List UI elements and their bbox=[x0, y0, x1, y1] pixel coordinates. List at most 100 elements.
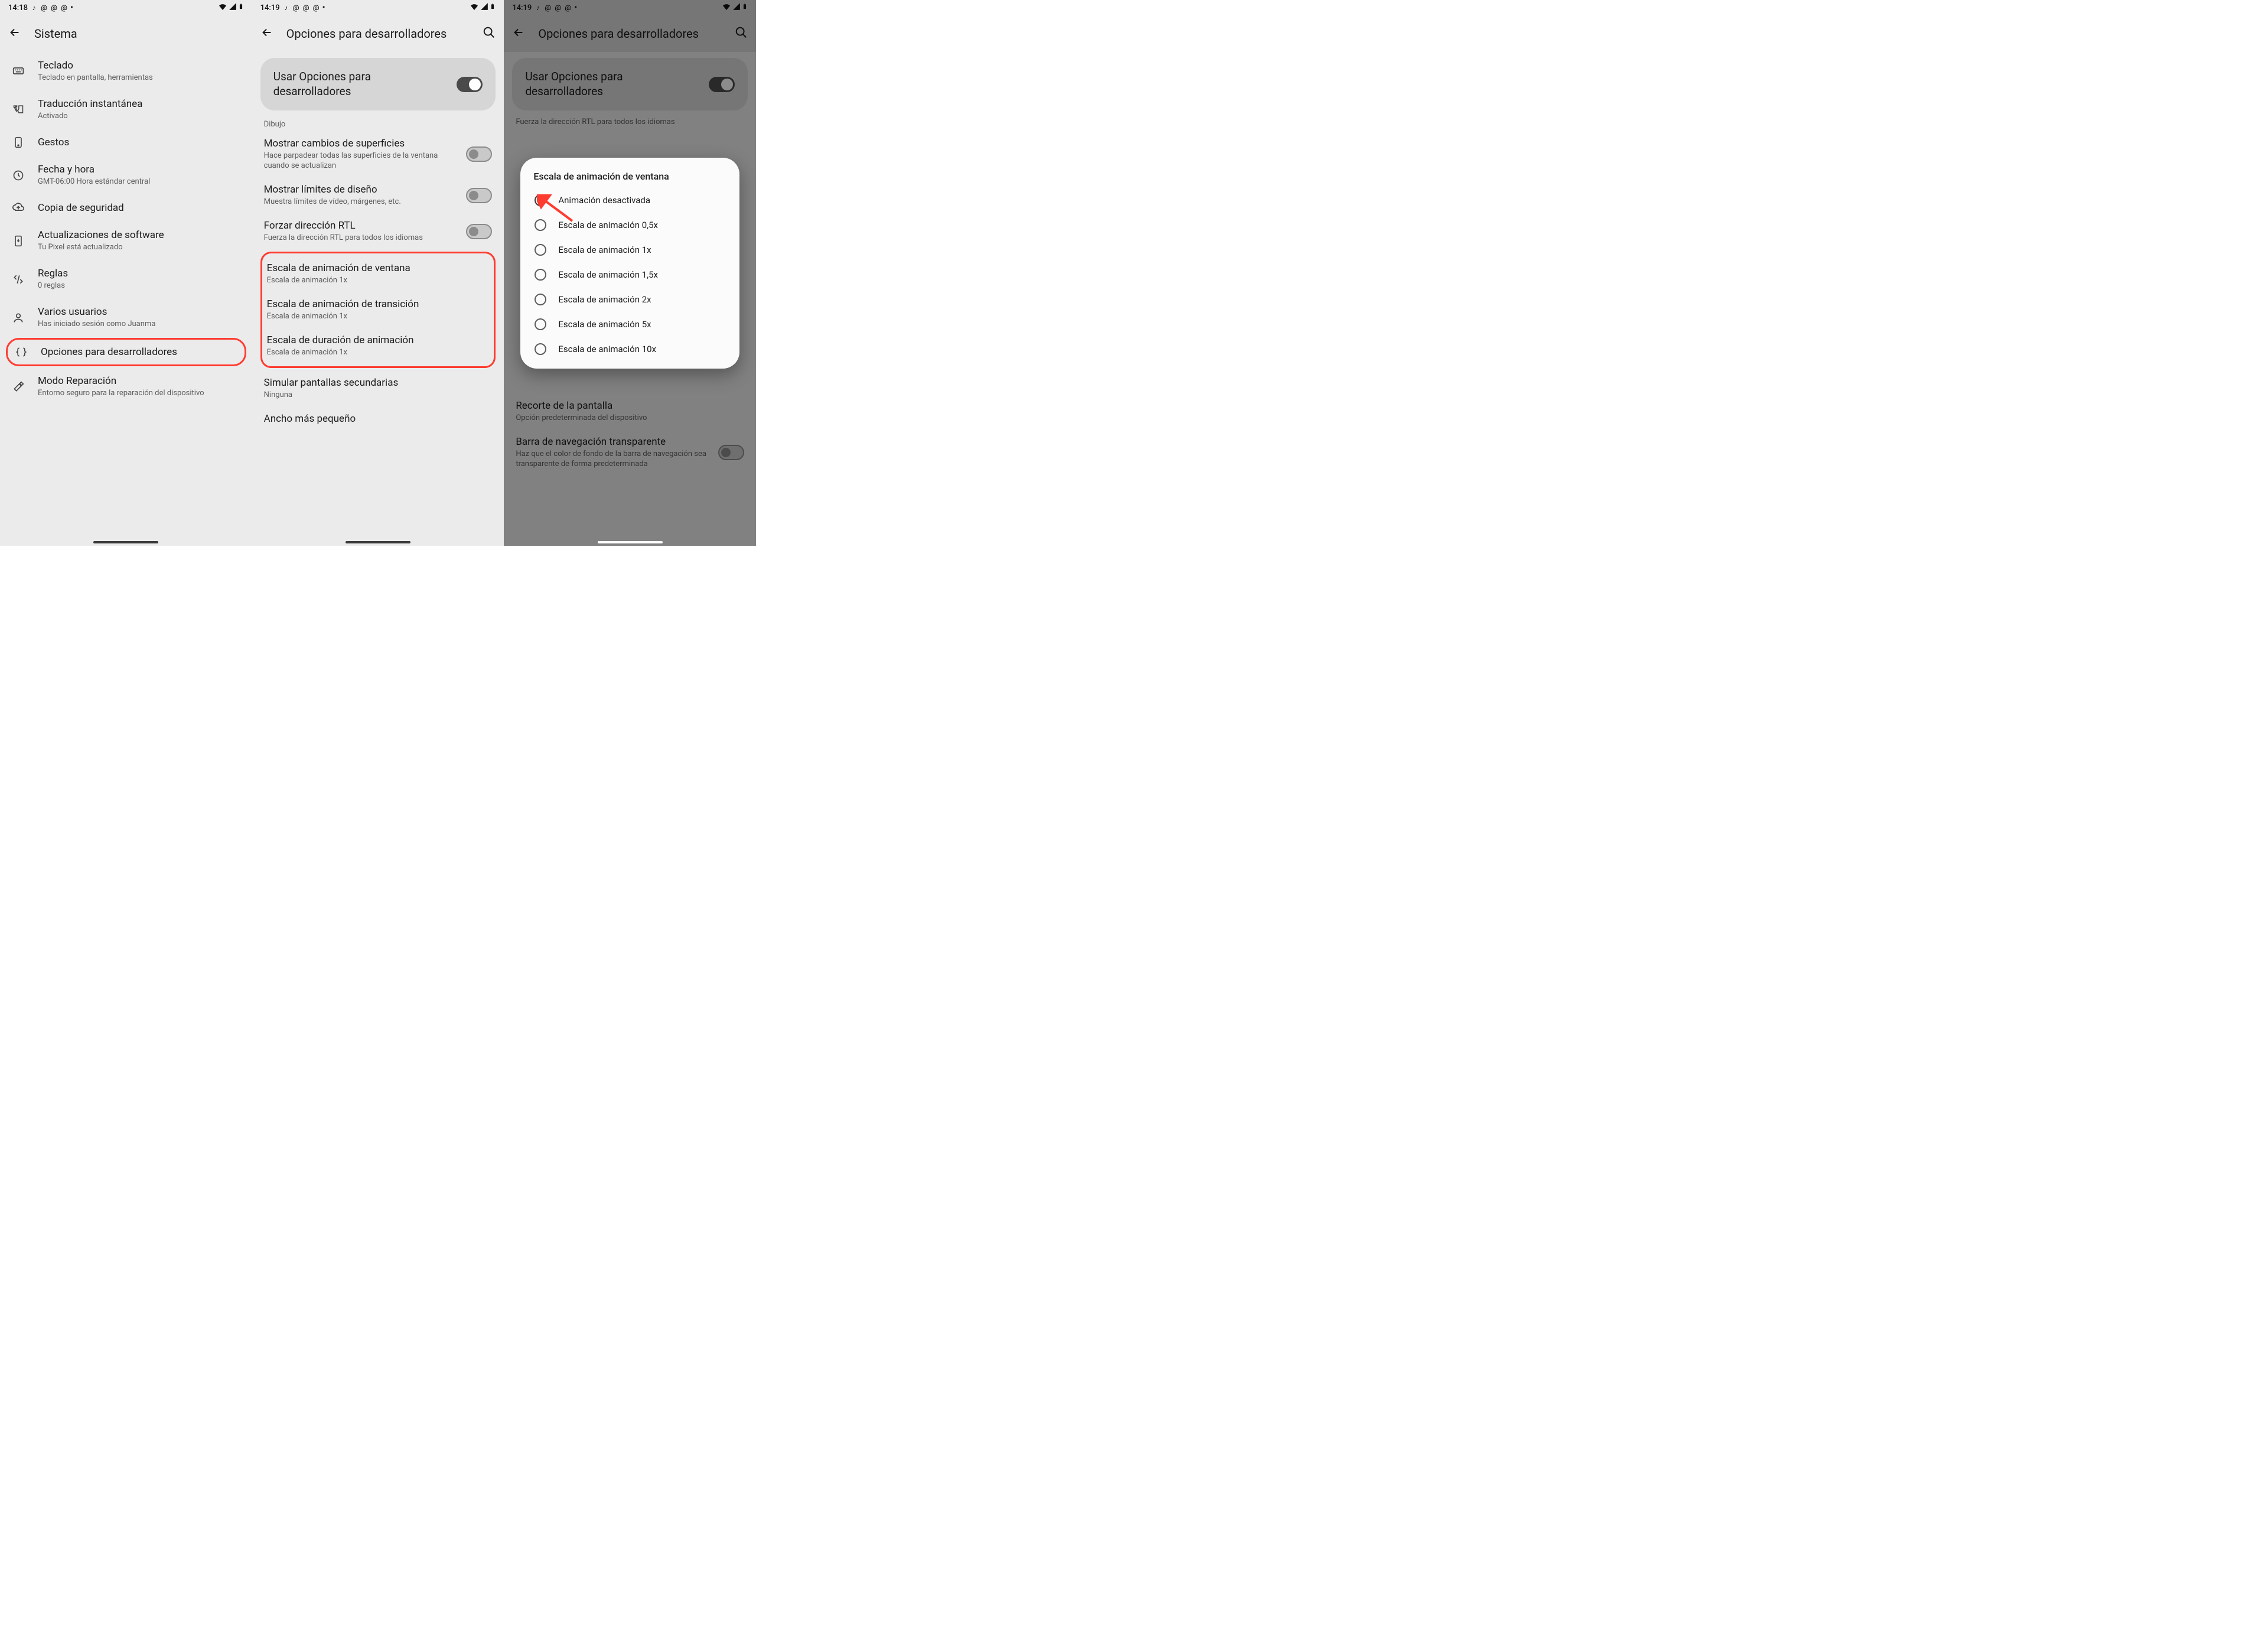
dev-options-list[interactable]: Usar Opciones para desarrolladores Dibuj… bbox=[252, 52, 504, 546]
list-item-rules[interactable]: Reglas0 reglas bbox=[0, 260, 252, 298]
radio-option-1x[interactable]: Escala de animación 1x bbox=[533, 237, 726, 262]
setting-smallest-width[interactable]: Ancho más pequeño bbox=[252, 406, 504, 431]
threads-icon: @ bbox=[50, 4, 58, 12]
more-icon: • bbox=[70, 3, 73, 12]
item-title: Gestos bbox=[38, 136, 240, 149]
screen-animation-dialog: 14:19 ♪ @ @ @ • Opciones para desarrolla… bbox=[504, 0, 756, 546]
nav-pill[interactable] bbox=[598, 541, 663, 543]
setting-layout-bounds[interactable]: Mostrar límites de diseñoMuestra límites… bbox=[252, 177, 504, 213]
wifi-icon bbox=[722, 2, 731, 14]
dialog-title: Escala de animación de ventana bbox=[533, 171, 726, 182]
threads-icon: @ bbox=[564, 4, 572, 12]
radio-icon[interactable] bbox=[535, 318, 546, 330]
setting-transparent-nav-bg[interactable]: Barra de navegación transparenteHaz que … bbox=[504, 429, 756, 476]
radio-icon[interactable] bbox=[535, 269, 546, 281]
radio-icon[interactable] bbox=[535, 294, 546, 305]
setting-transition-anim-scale[interactable]: Escala de animación de transiciónEscala … bbox=[262, 292, 494, 328]
list-item-datetime[interactable]: Fecha y horaGMT-06:00 Hora estándar cent… bbox=[0, 156, 252, 194]
status-bar: 14:19 ♪ @ @ @ • bbox=[504, 0, 756, 15]
setting-window-anim-scale[interactable]: Escala de animación de ventanaEscala de … bbox=[262, 256, 494, 292]
toggle-switch[interactable] bbox=[466, 188, 492, 203]
highlight-animation-scales: Escala de animación de ventana Escala de … bbox=[260, 252, 496, 368]
master-toggle-label: Usar Opciones para desarrolladores bbox=[273, 70, 421, 99]
list-item-updates[interactable]: Actualizaciones de softwareTu Pixel está… bbox=[0, 222, 252, 260]
back-icon[interactable] bbox=[260, 26, 273, 41]
backup-icon bbox=[12, 202, 25, 214]
settings-list[interactable]: TecladoTeclado en pantalla, herramientas… bbox=[0, 52, 252, 546]
setting-subtitle: Hace parpadear todas las superficies de … bbox=[264, 151, 460, 171]
master-toggle-switch[interactable] bbox=[709, 77, 735, 92]
toggle-switch[interactable] bbox=[466, 224, 492, 239]
master-toggle-label: Usar Opciones para desarrolladores bbox=[525, 70, 673, 99]
master-toggle-card[interactable]: Usar Opciones para desarrolladores bbox=[260, 58, 496, 110]
setting-title: Mostrar límites de diseño bbox=[264, 183, 460, 196]
list-item-translate[interactable]: Traducción instantáneaActivado bbox=[0, 90, 252, 129]
nav-pill[interactable] bbox=[346, 541, 410, 543]
battery-icon bbox=[490, 2, 496, 14]
setting-simulate-secondary[interactable]: Simular pantallas secundariasNinguna bbox=[252, 370, 504, 406]
search-icon[interactable] bbox=[735, 26, 748, 41]
item-subtitle: 0 reglas bbox=[38, 281, 240, 291]
toggle-switch[interactable] bbox=[718, 445, 744, 460]
radio-option-2x[interactable]: Escala de animación 2x bbox=[533, 287, 726, 312]
status-bar: 14:19 ♪ @ @ @ • bbox=[252, 0, 504, 15]
list-item-gestures[interactable]: Gestos bbox=[0, 129, 252, 156]
list-item-developer-options[interactable]: Opciones para desarrolladores bbox=[8, 340, 245, 364]
threads-icon: @ bbox=[554, 4, 562, 12]
item-subtitle: Tu Pixel está actualizado bbox=[38, 243, 240, 253]
item-title: Reglas bbox=[38, 267, 240, 280]
status-bar: 14:18 ♪ @ @ @ • bbox=[0, 0, 252, 15]
threads-icon: @ bbox=[544, 4, 552, 12]
radio-label: Escala de animación 1,5x bbox=[558, 269, 658, 280]
list-item-users[interactable]: Varios usuariosHas iniciado sesión como … bbox=[0, 298, 252, 337]
setting-subtitle: Escala de animación 1x bbox=[267, 312, 490, 322]
threads-icon: @ bbox=[312, 4, 320, 12]
radio-option-1-5x[interactable]: Escala de animación 1,5x bbox=[533, 262, 726, 287]
nav-pill[interactable] bbox=[93, 541, 158, 543]
signal-icon bbox=[732, 2, 741, 13]
setting-subtitle: Haz que el color de fondo de la barra de… bbox=[516, 450, 711, 470]
radio-icon[interactable] bbox=[535, 343, 546, 355]
radio-option-5x[interactable]: Escala de animación 5x bbox=[533, 312, 726, 337]
setting-title: Escala de animación de ventana bbox=[267, 262, 490, 275]
annotation-arrow-icon bbox=[537, 194, 578, 226]
radio-icon[interactable] bbox=[535, 244, 546, 256]
signal-icon bbox=[229, 2, 237, 13]
setting-subtitle: Fuerza la dirección RTL para todos los i… bbox=[264, 233, 460, 243]
item-title: Copia de seguridad bbox=[38, 201, 240, 214]
item-title: Actualizaciones de software bbox=[38, 229, 240, 242]
setting-cutout-bg[interactable]: Recorte de la pantallaOpción predetermin… bbox=[504, 393, 756, 429]
master-toggle-card[interactable]: Usar Opciones para desarrolladores bbox=[512, 58, 748, 110]
back-icon[interactable] bbox=[512, 26, 525, 41]
page-title: Opciones para desarrolladores bbox=[286, 27, 470, 41]
toggle-switch[interactable] bbox=[466, 146, 492, 162]
wifi-icon bbox=[218, 2, 227, 14]
master-toggle-switch[interactable] bbox=[457, 77, 483, 92]
update-icon bbox=[12, 235, 25, 247]
more-icon: • bbox=[574, 3, 577, 12]
list-item-keyboard[interactable]: TecladoTeclado en pantalla, herramientas bbox=[0, 52, 252, 90]
page-title: Opciones para desarrolladores bbox=[538, 27, 722, 41]
radio-label: Escala de animación 10x bbox=[558, 344, 656, 354]
search-icon[interactable] bbox=[483, 26, 496, 41]
setting-force-rtl[interactable]: Forzar dirección RTLFuerza la dirección … bbox=[252, 213, 504, 249]
setting-title: Mostrar cambios de superficies bbox=[264, 137, 460, 150]
wifi-icon bbox=[470, 2, 479, 14]
setting-title: Escala de animación de transición bbox=[267, 298, 490, 311]
keyboard-icon bbox=[12, 65, 25, 77]
setting-subtitle: Muestra límites de vídeo, márgenes, etc. bbox=[264, 197, 460, 207]
setting-surface-updates[interactable]: Mostrar cambios de superficiesHace parpa… bbox=[252, 131, 504, 177]
back-icon[interactable] bbox=[8, 26, 21, 41]
signal-icon bbox=[480, 2, 488, 13]
list-item-repair[interactable]: Modo ReparaciónEntorno seguro para la re… bbox=[0, 367, 252, 406]
radio-option-10x[interactable]: Escala de animación 10x bbox=[533, 337, 726, 362]
list-item-backup[interactable]: Copia de seguridad bbox=[0, 194, 252, 222]
screen-developer-options: 14:19 ♪ @ @ @ • Opciones para desarrolla… bbox=[252, 0, 504, 546]
item-title: Fecha y hora bbox=[38, 163, 240, 176]
tiktok-icon: ♪ bbox=[282, 4, 290, 12]
threads-icon: @ bbox=[292, 4, 300, 12]
users-icon bbox=[12, 312, 25, 324]
threads-icon: @ bbox=[60, 4, 68, 12]
threads-icon: @ bbox=[40, 4, 48, 12]
setting-animator-duration-scale[interactable]: Escala de duración de animaciónEscala de… bbox=[262, 328, 494, 364]
